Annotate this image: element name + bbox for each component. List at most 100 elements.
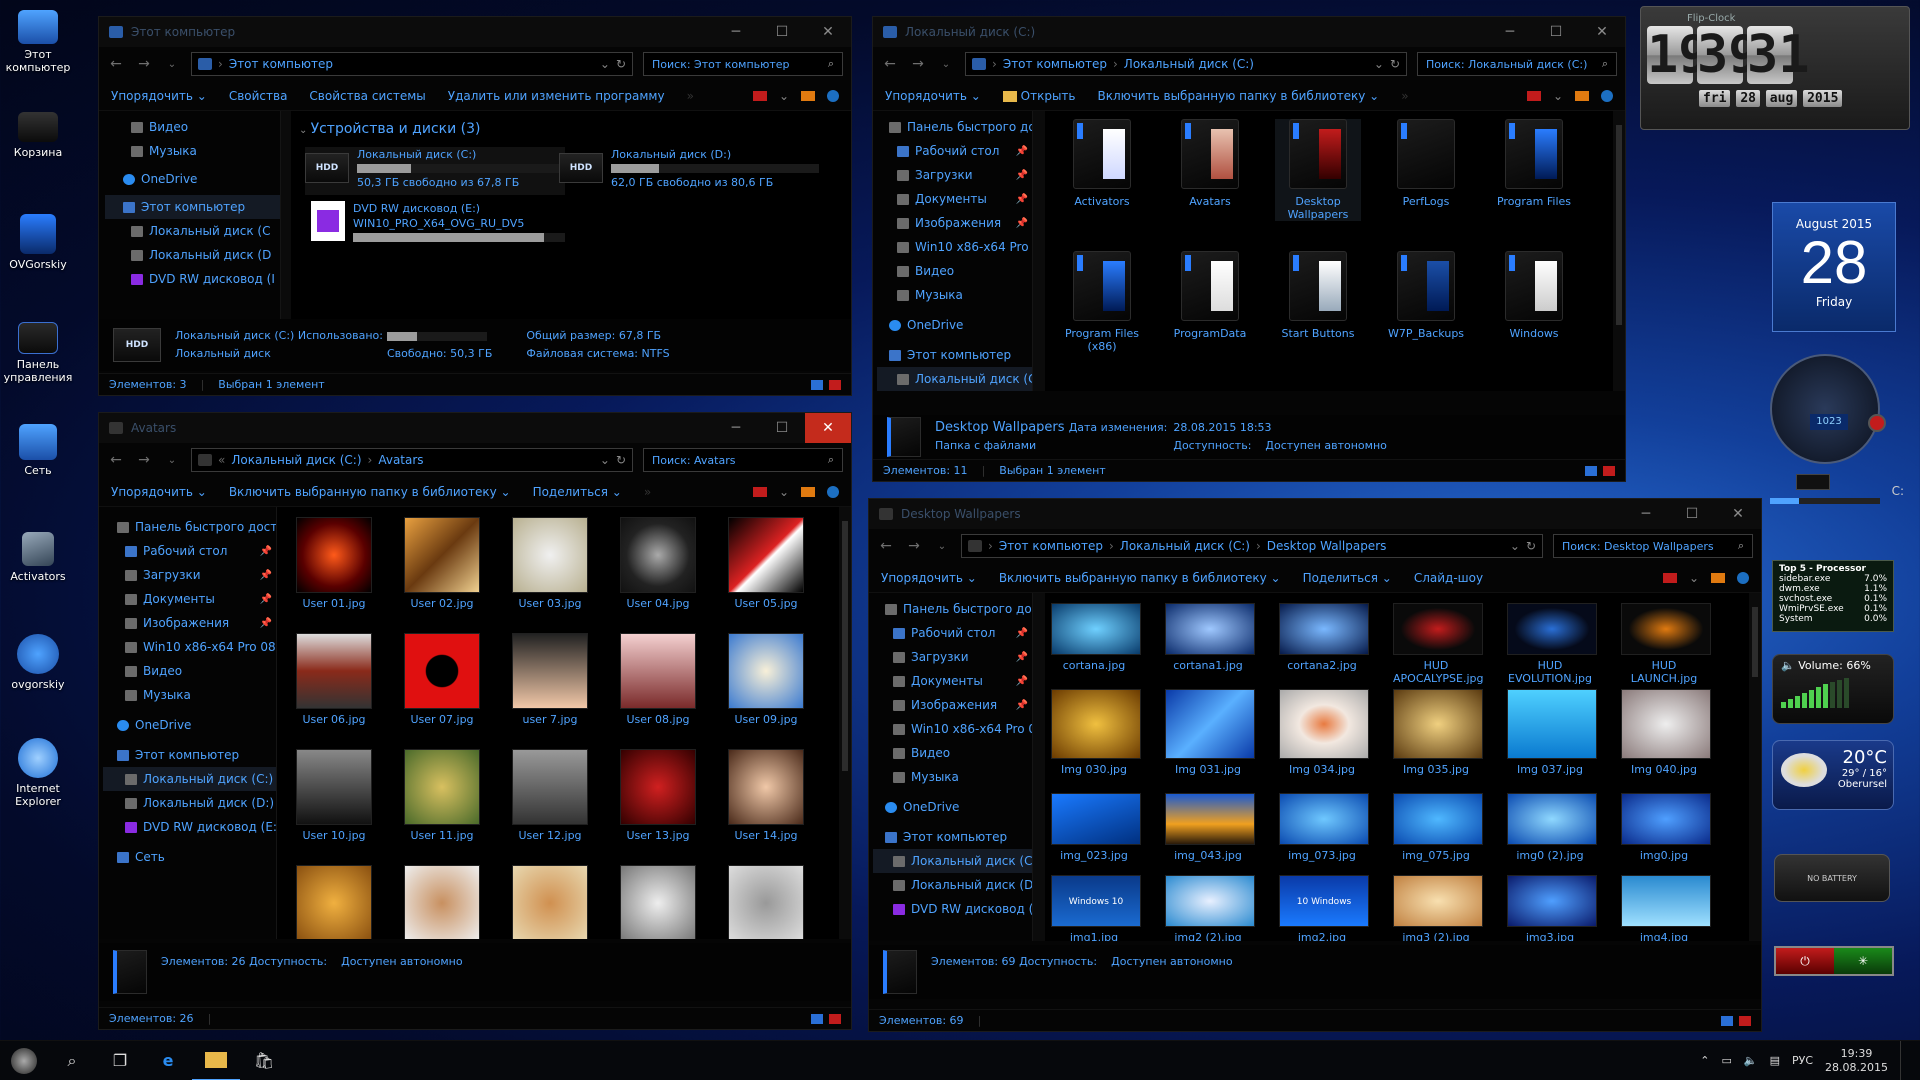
window-local-disk-c[interactable]: Локальный диск (C:) ─ ☐ ✕ ← → ⌄ › Этот ко… [872,16,1626,482]
folder-tile[interactable]: Program Files [1491,119,1577,208]
maximize-button[interactable]: ☐ [759,17,805,47]
share-button[interactable]: Поделиться ⌄ [533,485,622,499]
back-arrow-icon[interactable]: ← [877,538,895,554]
image-thumbnail[interactable]: cortana1.jpg [1165,603,1255,672]
nav-item-onedrive[interactable]: OneDrive [873,795,1032,819]
chevron-down-icon[interactable]: ⌄ [1689,571,1699,585]
image-thumbnail[interactable]: img3.jpg [1507,875,1597,941]
nav-item-this-pc[interactable]: Этот компьютер [873,825,1032,849]
large-icons-view-icon[interactable] [829,379,841,390]
nav-item-videos[interactable]: Видео [103,659,276,683]
nav-item-music[interactable]: Музыка [105,139,280,163]
nav-item-downloads[interactable]: Загрузки 📌 [877,163,1032,187]
help-icon[interactable] [1737,571,1749,584]
image-thumbnail[interactable]: User 11.jpg [399,749,485,842]
shutdown-gadget[interactable]: ⏻ ✳ [1774,946,1894,976]
image-thumbnail[interactable] [615,865,701,939]
search-input[interactable]: Поиск: Avatars ⌕ [643,448,843,472]
chevron-down-icon[interactable]: ⌄ [1553,89,1563,103]
maximize-button[interactable]: ☐ [759,413,805,443]
folder-tile[interactable]: Avatars [1167,119,1253,208]
image-thumbnail[interactable]: HUD LAUNCH.jpg [1621,603,1711,685]
include-in-library-button[interactable]: Включить выбранную папку в библиотеку ⌄ [1097,89,1379,103]
nav-item-quick-access[interactable]: Панель быстрого досту [103,515,276,539]
title-bar[interactable]: Desktop Wallpapers ─ ☐ ✕ [869,499,1761,529]
image-thumbnail[interactable]: User 05.jpg [723,517,809,610]
view-options-icon[interactable] [1526,90,1541,101]
large-icons-view-icon[interactable] [1739,1015,1751,1026]
desktop-icon-internet-explorer[interactable]: Internet Explorer [2,738,74,808]
view-options-icon[interactable] [1662,572,1677,583]
search-input[interactable]: Поиск: Локальный диск (C:) ⌕ [1417,52,1617,76]
back-arrow-icon[interactable]: ← [107,452,125,468]
minimize-button[interactable]: ─ [1487,17,1533,47]
title-bar[interactable]: Avatars ─ ☐ ✕ [99,413,851,443]
share-button[interactable]: Поделиться ⌄ [1303,571,1392,585]
language-indicator[interactable]: РУС [1792,1054,1813,1067]
chevron-down-icon[interactable]: ⌄ [600,453,610,467]
back-arrow-icon[interactable]: ← [107,56,125,72]
nav-item-network[interactable]: Сеть [103,845,276,869]
preview-pane-icon[interactable] [801,90,815,101]
nav-scrollbar[interactable] [1033,111,1045,391]
minimize-button[interactable]: ─ [713,17,759,47]
refresh-icon[interactable]: ↻ [1526,539,1536,553]
large-icons-view-icon[interactable] [829,1013,841,1024]
more-chevron-icon[interactable]: » [644,485,651,499]
image-thumbnail[interactable]: User 02.jpg [399,517,485,610]
help-icon[interactable] [1601,89,1613,102]
image-thumbnail[interactable]: Windows 10 img1.jpg [1051,875,1141,941]
cpu-gadget[interactable]: Top 5 - Processor sidebar.exe 7.0% dwm.ex… [1772,560,1894,632]
drive-c-tile[interactable]: HDD Локальный диск (C:) 50,3 ГБ свободно … [305,147,565,195]
details-view-icon[interactable] [811,1013,823,1024]
nav-item-dvd[interactable]: DVD RW дисковод (I [105,267,280,291]
image-thumbnail[interactable]: User 01.jpg [291,517,377,610]
window-desktop-wallpapers[interactable]: Desktop Wallpapers ─ ☐ ✕ ← → ⌄ › Этот ком… [868,498,1762,1032]
nav-item-drive-d[interactable]: Локальный диск (D [105,243,280,267]
folder-tile[interactable]: W7P_Backups [1383,251,1469,340]
forward-arrow-icon[interactable]: → [905,538,923,554]
view-options-icon[interactable] [752,90,767,101]
close-button[interactable]: ✕ [805,413,851,443]
file-explorer-icon[interactable] [192,1041,240,1080]
folder-tile[interactable]: Program Files (x86) [1059,251,1145,353]
desktop-icon-ovgorskiy[interactable]: ovgorskiy [2,634,74,691]
speedometer-gadget[interactable]: 1023 [1770,354,1886,464]
breadcrumb-item[interactable]: Локальный диск (C:) [1124,57,1254,71]
recent-chevron-down-icon[interactable]: ⌄ [163,455,181,466]
image-thumbnail[interactable]: User 12.jpg [507,749,593,842]
vertical-scrollbar[interactable] [839,507,851,939]
nav-item-drive-c[interactable]: Локальный диск (C [873,849,1032,873]
large-icons-view-icon[interactable] [1603,465,1615,476]
breadcrumb-item[interactable]: Локальный диск (C:) [1120,539,1250,553]
folder-tile[interactable]: Windows [1491,251,1577,340]
nav-item-desktop[interactable]: Рабочий стол 📌 [103,539,276,563]
nav-item-win10-folder[interactable]: Win10 x86-x64 Pro 08 [873,717,1032,741]
search-icon[interactable]: ⌕ [48,1041,96,1080]
address-bar[interactable]: › Этот компьютер › Локальный диск (C:) › De… [961,534,1543,558]
close-button[interactable]: ✕ [1715,499,1761,529]
desktop-icon-control-panel[interactable]: Панель управления [2,322,74,384]
nav-item-drive-d[interactable]: Локальный диск (D [873,873,1032,897]
nav-scrollbar[interactable] [1033,593,1045,941]
address-bar[interactable]: › Этот компьютер › Локальный диск (C:) ⌄ ↻ [965,52,1407,76]
nav-scrollbar[interactable] [281,111,291,337]
nav-item-quick-access[interactable]: Панель быстрого дос [873,597,1032,621]
image-thumbnail[interactable]: img_043.jpg [1165,793,1255,862]
refresh-icon[interactable]: ↻ [1390,57,1400,71]
chevron-down-icon[interactable]: ⌄ [779,485,789,499]
image-thumbnail[interactable]: img_023.jpg [1051,793,1141,862]
nav-item-videos[interactable]: Видео [873,741,1032,765]
clock[interactable]: 19:39 28.08.2015 [1825,1047,1888,1075]
include-in-library-button[interactable]: Включить выбранную папку в библиотеку ⌄ [229,485,511,499]
nav-item-music[interactable]: Музыка [873,765,1032,789]
folder-tile[interactable]: ProgramData [1167,251,1253,340]
vertical-scrollbar[interactable] [1613,111,1625,391]
close-button[interactable]: ✕ [805,17,851,47]
show-desktop-button[interactable] [1900,1040,1906,1080]
image-thumbnail[interactable]: user 7.jpg [507,633,593,726]
nav-item-onedrive[interactable]: OneDrive [877,313,1032,337]
image-thumbnail[interactable]: Img 040.jpg [1621,689,1711,776]
nav-item-dvd[interactable]: DVD RW дисковод (I [873,897,1032,921]
group-header[interactable]: ⌄ Устройства и диски (3) [299,121,481,137]
